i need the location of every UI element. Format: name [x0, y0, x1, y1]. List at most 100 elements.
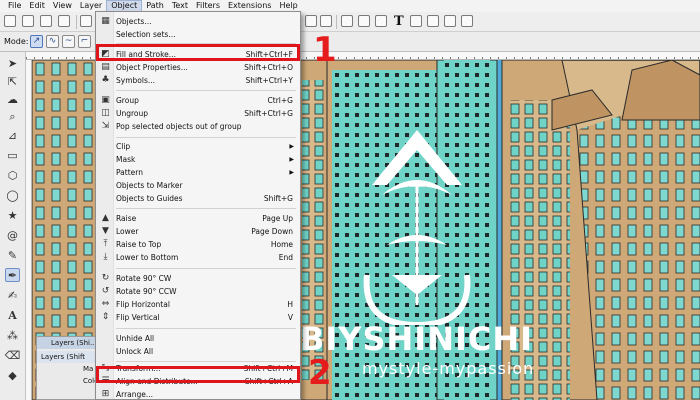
objects-icon: ▦ [101, 16, 110, 26]
menu-view[interactable]: View [49, 0, 76, 12]
zoom-tool-icon[interactable]: ⌕ [5, 110, 20, 124]
zoom-drawing-icon[interactable] [320, 15, 332, 27]
unlink-clone-icon[interactable] [375, 15, 387, 27]
import-icon[interactable] [80, 15, 92, 27]
menu-separator [116, 268, 296, 269]
highlight-fill-and-stroke [96, 44, 300, 61]
menu-item-unhide-all[interactable]: Unhide All [98, 332, 299, 345]
rectangle-tool-icon[interactable]: ▭ [5, 148, 20, 162]
print-icon[interactable] [58, 15, 70, 27]
tweak-tool-icon[interactable]: ☁ [5, 92, 20, 106]
duplicate-icon[interactable] [341, 15, 353, 27]
step-marker-2: 2 [308, 353, 332, 393]
pen-tool-icon[interactable]: ✒ [5, 268, 20, 282]
menu-item-flip-horizontal[interactable]: ⇔ Flip Horizontal H [98, 298, 299, 311]
menu-item-objects-to-guides[interactable]: Objects to Guides Shift+G [98, 192, 299, 205]
watermark-brand: BIYSHINICHI [300, 320, 534, 358]
menu-item-group[interactable]: ▣ Group Ctrl+G [98, 94, 299, 107]
clone-icon[interactable] [358, 15, 370, 27]
watermark-logo [363, 130, 471, 325]
layer-row[interactable]: Ma [37, 363, 99, 375]
preferences-icon[interactable] [444, 15, 456, 27]
spray-tool-icon[interactable]: ⁂ [5, 328, 20, 342]
lower-to-bottom-icon: ⤓ [103, 252, 108, 262]
toolbar-separator [76, 15, 77, 29]
menu-edit[interactable]: Edit [25, 0, 49, 12]
bspline-mode-icon[interactable]: ~ [62, 35, 75, 48]
menu-item-objects[interactable]: ▦ Objects... [98, 15, 299, 28]
zoom-page-icon[interactable] [305, 15, 317, 27]
step-marker-1: 1 [313, 30, 337, 70]
pencil-tool-icon[interactable]: ✎ [5, 248, 20, 262]
watermark-tagline: mystyle-mypassion [362, 359, 535, 378]
flip-horizontal-icon: ⇔ [101, 299, 110, 309]
zigzag-mode-icon[interactable]: ⌐ [78, 35, 91, 48]
save-icon[interactable] [40, 15, 52, 27]
menu-file[interactable]: File [4, 0, 25, 12]
menu-separator [116, 328, 296, 329]
menu-item-arrange[interactable]: ⊞ Arrange... [98, 388, 299, 400]
menu-separator [116, 90, 296, 91]
layers-dialog: Layers (Shi... Layers (Shift Ma Colo [36, 336, 100, 400]
highlight-align-and-distribute [96, 366, 300, 383]
ungroup-icon: ◫ [101, 108, 110, 118]
document-properties-icon[interactable] [461, 15, 473, 27]
raise-to-top-icon: ⤒ [103, 239, 108, 249]
ellipse-tool-icon[interactable]: ◯ [5, 188, 20, 202]
paint-bucket-tool-icon[interactable]: ◆ [5, 368, 20, 382]
eraser-tool-icon[interactable]: ⌫ [5, 348, 21, 362]
flip-vertical-icon: ⇕ [101, 312, 110, 322]
layers-icon[interactable] [410, 15, 422, 27]
spiral-tool-icon[interactable]: @ [5, 228, 20, 242]
arrange-icon: ⊞ [101, 389, 110, 399]
object-properties-icon: ▤ [101, 62, 110, 72]
text-tool-icon[interactable]: T [394, 14, 404, 29]
layers-dialog-title[interactable]: Layers (Shi... [37, 337, 99, 349]
menu-item-raise-to-top[interactable]: ⤒ Raise to Top Home [98, 238, 299, 251]
menu-item-unlock-all[interactable]: Unlock All [98, 345, 299, 358]
rotate-cw-icon: ↻ [101, 273, 110, 283]
menu-item-symbols[interactable]: ♣ Symbols... Shift+Ctrl+Y [98, 74, 299, 87]
menu-item-objects-to-marker[interactable]: Objects to Marker [98, 179, 299, 192]
menu-item-selection-sets[interactable]: Selection sets... [98, 28, 299, 41]
menu-item-ungroup[interactable]: ◫ Ungroup Shift+Ctrl+G [98, 107, 299, 120]
calligraphy-tool-icon[interactable]: ✍ [5, 288, 20, 302]
menu-item-pattern[interactable]: Pattern ▶ [98, 166, 299, 179]
submenu-arrow-icon: ▶ [289, 169, 294, 176]
menu-item-pop-out-of-group[interactable]: ⇲ Pop selected objects out of group [98, 120, 299, 133]
symbols-icon: ♣ [101, 75, 110, 85]
3d-box-tool-icon[interactable]: ⬡ [5, 168, 20, 182]
menu-item-mask[interactable]: Mask ▶ [98, 153, 299, 166]
menu-item-rotate-ccw[interactable]: ↺ Rotate 90° CCW [98, 285, 299, 298]
xml-editor-icon[interactable] [427, 15, 439, 27]
node-tool-icon[interactable]: ⇱ [5, 74, 20, 88]
mode-label: Mode: [4, 37, 29, 46]
menu-separator [116, 137, 296, 138]
raise-icon: ▲ [102, 213, 109, 223]
toolbar-separator [336, 15, 337, 29]
menu-item-lower[interactable]: ▼ Lower Page Down [98, 225, 299, 238]
object-menu-dropdown: ▦ Objects... Selection sets... ◩ Fill an… [95, 11, 301, 400]
menu-separator [116, 208, 296, 209]
text-tool-icon[interactable]: A [5, 308, 20, 322]
rotate-ccw-icon: ↺ [101, 286, 110, 296]
menu-item-flip-vertical[interactable]: ⇕ Flip Vertical V [98, 311, 299, 324]
open-icon[interactable] [22, 15, 34, 27]
spiro-mode-icon[interactable]: ∿ [46, 35, 59, 48]
layer-row[interactable]: Colo [37, 375, 99, 387]
menu-item-rotate-cw[interactable]: ↻ Rotate 90° CW [98, 272, 299, 285]
group-icon: ▣ [101, 95, 110, 105]
pop-out-icon: ⇲ [101, 121, 110, 131]
menu-item-clip[interactable]: Clip ▶ [98, 140, 299, 153]
menu-item-object-properties[interactable]: ▤ Object Properties... Shift+Ctrl+O [98, 61, 299, 74]
star-tool-icon[interactable]: ★ [5, 208, 20, 222]
selector-tool-icon[interactable]: ➤ [5, 56, 20, 70]
menu-item-raise[interactable]: ▲ Raise Page Up [98, 212, 299, 225]
measure-tool-icon[interactable]: ⊿ [5, 128, 20, 142]
new-document-icon[interactable] [4, 15, 16, 27]
layers-tab-title[interactable]: Layers (Shift [37, 351, 99, 363]
bezier-mode-icon[interactable]: ↗ [30, 35, 43, 48]
submenu-arrow-icon: ▶ [289, 156, 294, 163]
lower-icon: ▼ [102, 226, 109, 236]
menu-item-lower-to-bottom[interactable]: ⤓ Lower to Bottom End [98, 251, 299, 264]
